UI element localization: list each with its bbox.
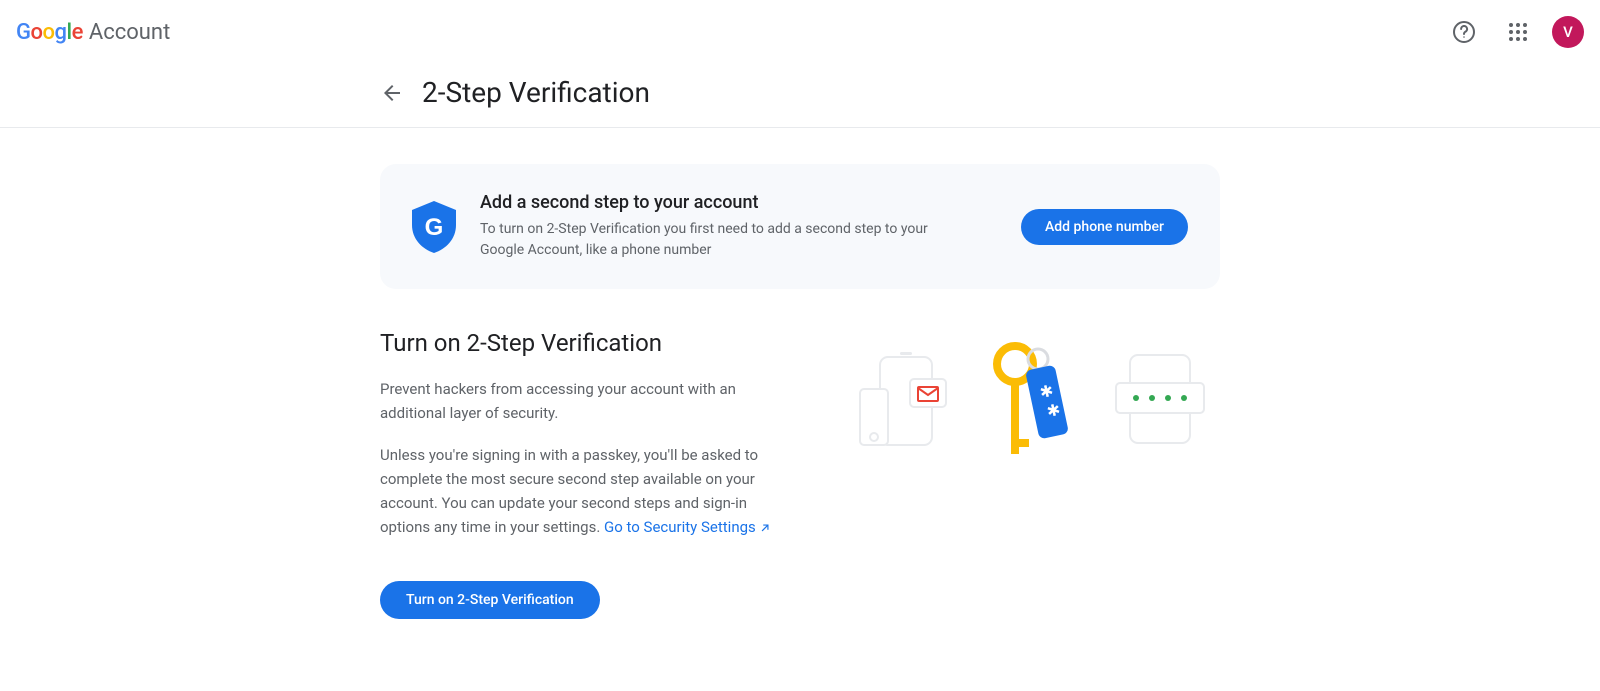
- banner-title: Add a second step to your account: [480, 192, 997, 213]
- shield-icon: G: [412, 201, 456, 253]
- logo-suffix: Account: [89, 20, 170, 45]
- sub-header: 2-Step Verification: [0, 64, 1600, 128]
- back-arrow-icon[interactable]: [380, 81, 404, 105]
- apps-grid-icon[interactable]: [1498, 12, 1538, 52]
- external-link-icon: [758, 521, 772, 535]
- section-para-1: Prevent hackers from accessing your acco…: [380, 377, 800, 425]
- banner-desc: To turn on 2-Step Verification you first…: [480, 219, 960, 261]
- svg-text:G: G: [425, 214, 444, 241]
- key-icon: ✱ ✱: [990, 339, 1070, 459]
- avatar[interactable]: V: [1552, 16, 1584, 48]
- add-step-banner: G Add a second step to your account To t…: [380, 164, 1220, 289]
- devices-icon: [850, 349, 950, 449]
- code-device-icon: [1110, 349, 1210, 449]
- turn-on-2sv-button[interactable]: Turn on 2-Step Verification: [380, 581, 600, 619]
- logo[interactable]: Google Account: [16, 20, 170, 45]
- main-content: G Add a second step to your account To t…: [364, 128, 1236, 655]
- section-title: Turn on 2-Step Verification: [380, 329, 800, 357]
- page-title: 2-Step Verification: [422, 76, 650, 109]
- top-bar: Google Account V: [0, 0, 1600, 64]
- topbar-actions: V: [1444, 12, 1584, 52]
- add-phone-button[interactable]: Add phone number: [1021, 209, 1188, 245]
- security-settings-link[interactable]: Go to Security Settings: [604, 518, 772, 536]
- illustration: ✱ ✱: [840, 329, 1220, 459]
- google-logo: Google: [16, 20, 83, 45]
- section-para-2: Unless you're signing in with a passkey,…: [380, 443, 800, 539]
- help-icon[interactable]: [1444, 12, 1484, 52]
